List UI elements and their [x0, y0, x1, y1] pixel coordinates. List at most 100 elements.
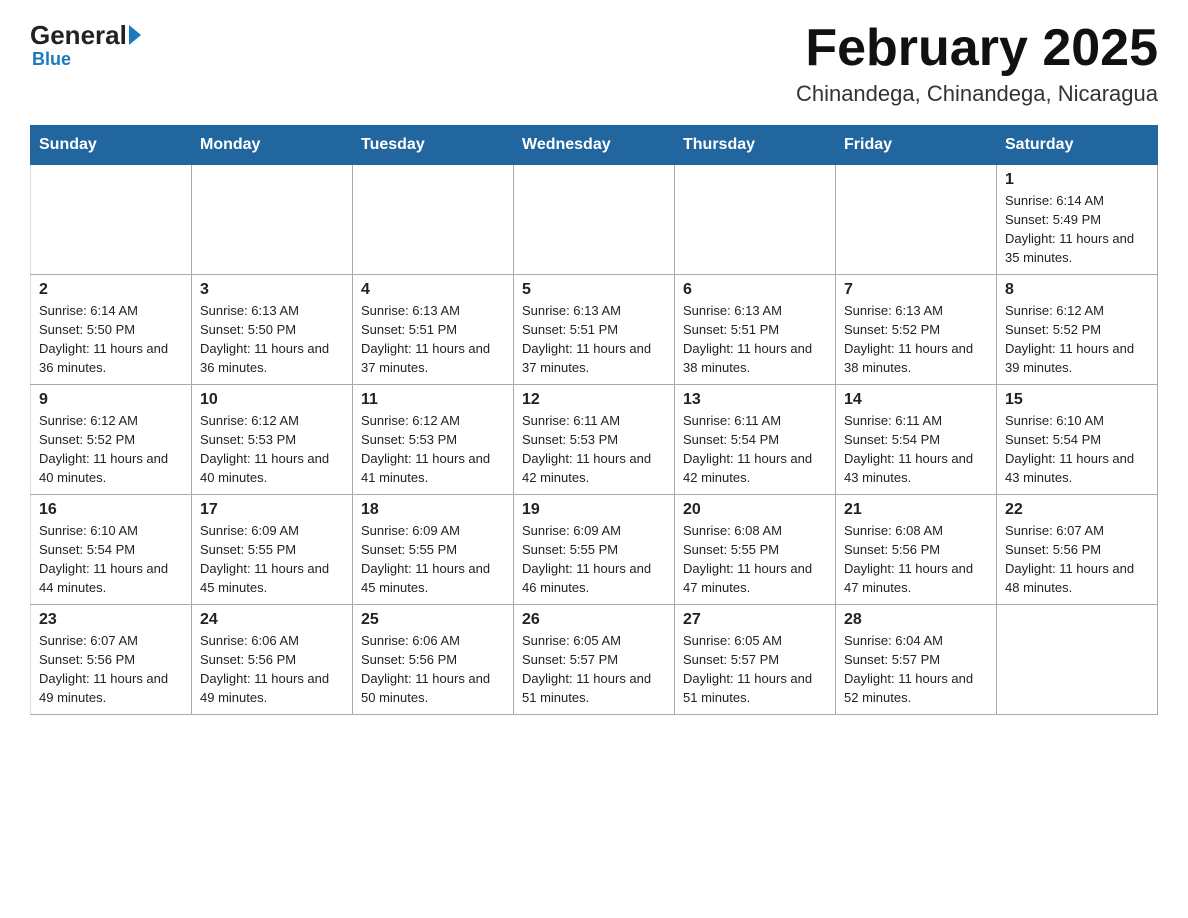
- day-number: 19: [522, 501, 666, 519]
- day-info: Sunrise: 6:13 AM Sunset: 5:50 PM Dayligh…: [200, 302, 344, 377]
- calendar-cell: 14Sunrise: 6:11 AM Sunset: 5:54 PM Dayli…: [836, 385, 997, 495]
- calendar-cell: 26 Sunrise: 6:05 AM Sunset: 5:57 PM Dayli…: [514, 605, 675, 715]
- day-number: 8: [1005, 281, 1149, 299]
- calendar-cell: [31, 165, 192, 275]
- day-number: 16: [39, 501, 183, 519]
- calendar-cell: 11 Sunrise: 6:12 AM Sunset: 5:53 PM Dayli…: [353, 385, 514, 495]
- logo-general: General: [30, 20, 127, 51]
- day-number: 1: [1005, 171, 1149, 189]
- calendar-cell: 12 Sunrise: 6:11 AM Sunset: 5:53 PM Dayli…: [514, 385, 675, 495]
- day-number: 18: [361, 501, 505, 519]
- day-info: Sunrise: 6:09 AM Sunset: 5:55 PM Dayligh…: [361, 522, 505, 597]
- calendar-header: SundayMondayTuesdayWednesdayThursdayFrid…: [31, 126, 1158, 165]
- calendar-cell: 20Sunrise: 6:08 AM Sunset: 5:55 PM Dayli…: [675, 495, 836, 605]
- day-info: Sunrise: 6:11 AM Sunset: 5:54 PM Dayligh…: [683, 412, 827, 487]
- day-info: Sunrise: 6:05 AM Sunset: 5:57 PM Dayligh…: [683, 632, 827, 707]
- day-number: 24: [200, 611, 344, 629]
- calendar-row-2: 9 Sunrise: 6:12 AM Sunset: 5:52 PM Daylig…: [31, 385, 1158, 495]
- calendar-cell: 6 Sunrise: 6:13 AM Sunset: 5:51 PM Daylig…: [675, 275, 836, 385]
- day-number: 22: [1005, 501, 1149, 519]
- calendar-row-1: 2Sunrise: 6:14 AM Sunset: 5:50 PM Daylig…: [31, 275, 1158, 385]
- day-info: Sunrise: 6:14 AM Sunset: 5:49 PM Dayligh…: [1005, 192, 1149, 267]
- day-info: Sunrise: 6:12 AM Sunset: 5:53 PM Dayligh…: [361, 412, 505, 487]
- logo-arrow-icon: [129, 25, 141, 45]
- day-info: Sunrise: 6:04 AM Sunset: 5:57 PM Dayligh…: [844, 632, 988, 707]
- calendar-cell: 7 Sunrise: 6:13 AM Sunset: 5:52 PM Daylig…: [836, 275, 997, 385]
- calendar-cell: 10Sunrise: 6:12 AM Sunset: 5:53 PM Dayli…: [192, 385, 353, 495]
- weekday-thursday: Thursday: [675, 126, 836, 165]
- calendar-cell: 13 Sunrise: 6:11 AM Sunset: 5:54 PM Dayli…: [675, 385, 836, 495]
- calendar-body: 1 Sunrise: 6:14 AM Sunset: 5:49 PM Daylig…: [31, 165, 1158, 715]
- day-info: Sunrise: 6:12 AM Sunset: 5:52 PM Dayligh…: [39, 412, 183, 487]
- logo-blue: Blue: [30, 49, 71, 70]
- day-number: 3: [200, 281, 344, 299]
- day-info: Sunrise: 6:07 AM Sunset: 5:56 PM Dayligh…: [39, 632, 183, 707]
- weekday-sunday: Sunday: [31, 126, 192, 165]
- weekday-tuesday: Tuesday: [353, 126, 514, 165]
- calendar-row-3: 16 Sunrise: 6:10 AM Sunset: 5:54 PM Dayli…: [31, 495, 1158, 605]
- day-number: 12: [522, 391, 666, 409]
- day-number: 4: [361, 281, 505, 299]
- calendar-cell: 27 Sunrise: 6:05 AM Sunset: 5:57 PM Dayli…: [675, 605, 836, 715]
- weekday-saturday: Saturday: [997, 126, 1158, 165]
- day-info: Sunrise: 6:05 AM Sunset: 5:57 PM Dayligh…: [522, 632, 666, 707]
- calendar-cell: 25 Sunrise: 6:06 AM Sunset: 5:56 PM Dayli…: [353, 605, 514, 715]
- calendar-cell: 3 Sunrise: 6:13 AM Sunset: 5:50 PM Daylig…: [192, 275, 353, 385]
- calendar-cell: 9 Sunrise: 6:12 AM Sunset: 5:52 PM Daylig…: [31, 385, 192, 495]
- calendar-cell: [353, 165, 514, 275]
- calendar-cell: 18 Sunrise: 6:09 AM Sunset: 5:55 PM Dayli…: [353, 495, 514, 605]
- day-number: 13: [683, 391, 827, 409]
- calendar-cell: [514, 165, 675, 275]
- calendar-cell: 8Sunrise: 6:12 AM Sunset: 5:52 PM Daylig…: [997, 275, 1158, 385]
- day-info: Sunrise: 6:09 AM Sunset: 5:55 PM Dayligh…: [200, 522, 344, 597]
- day-info: Sunrise: 6:13 AM Sunset: 5:51 PM Dayligh…: [522, 302, 666, 377]
- day-number: 17: [200, 501, 344, 519]
- day-info: Sunrise: 6:06 AM Sunset: 5:56 PM Dayligh…: [361, 632, 505, 707]
- calendar-cell: [192, 165, 353, 275]
- day-number: 26: [522, 611, 666, 629]
- calendar-cell: 15 Sunrise: 6:10 AM Sunset: 5:54 PM Dayli…: [997, 385, 1158, 495]
- day-number: 11: [361, 391, 505, 409]
- day-info: Sunrise: 6:09 AM Sunset: 5:55 PM Dayligh…: [522, 522, 666, 597]
- logo-text: General: [30, 20, 141, 51]
- day-info: Sunrise: 6:12 AM Sunset: 5:53 PM Dayligh…: [200, 412, 344, 487]
- day-info: Sunrise: 6:13 AM Sunset: 5:51 PM Dayligh…: [683, 302, 827, 377]
- page-header: General Blue February 2025 Chinandega, C…: [30, 20, 1158, 107]
- day-number: 15: [1005, 391, 1149, 409]
- weekday-wednesday: Wednesday: [514, 126, 675, 165]
- weekday-monday: Monday: [192, 126, 353, 165]
- day-number: 5: [522, 281, 666, 299]
- calendar-cell: [675, 165, 836, 275]
- logo: General Blue: [30, 20, 141, 70]
- calendar-cell: 16 Sunrise: 6:10 AM Sunset: 5:54 PM Dayli…: [31, 495, 192, 605]
- calendar-cell: 21Sunrise: 6:08 AM Sunset: 5:56 PM Dayli…: [836, 495, 997, 605]
- day-number: 27: [683, 611, 827, 629]
- calendar-cell: [997, 605, 1158, 715]
- day-number: 28: [844, 611, 988, 629]
- day-info: Sunrise: 6:13 AM Sunset: 5:52 PM Dayligh…: [844, 302, 988, 377]
- calendar-cell: 23Sunrise: 6:07 AM Sunset: 5:56 PM Dayli…: [31, 605, 192, 715]
- day-info: Sunrise: 6:10 AM Sunset: 5:54 PM Dayligh…: [39, 522, 183, 597]
- day-number: 6: [683, 281, 827, 299]
- calendar-table: SundayMondayTuesdayWednesdayThursdayFrid…: [30, 125, 1158, 715]
- calendar-row-4: 23Sunrise: 6:07 AM Sunset: 5:56 PM Dayli…: [31, 605, 1158, 715]
- calendar-cell: 28 Sunrise: 6:04 AM Sunset: 5:57 PM Dayli…: [836, 605, 997, 715]
- weekday-header-row: SundayMondayTuesdayWednesdayThursdayFrid…: [31, 126, 1158, 165]
- day-info: Sunrise: 6:13 AM Sunset: 5:51 PM Dayligh…: [361, 302, 505, 377]
- day-info: Sunrise: 6:08 AM Sunset: 5:55 PM Dayligh…: [683, 522, 827, 597]
- day-number: 7: [844, 281, 988, 299]
- day-info: Sunrise: 6:10 AM Sunset: 5:54 PM Dayligh…: [1005, 412, 1149, 487]
- weekday-friday: Friday: [836, 126, 997, 165]
- day-number: 25: [361, 611, 505, 629]
- day-number: 9: [39, 391, 183, 409]
- day-info: Sunrise: 6:11 AM Sunset: 5:54 PM Dayligh…: [844, 412, 988, 487]
- day-info: Sunrise: 6:08 AM Sunset: 5:56 PM Dayligh…: [844, 522, 988, 597]
- day-info: Sunrise: 6:06 AM Sunset: 5:56 PM Dayligh…: [200, 632, 344, 707]
- day-info: Sunrise: 6:11 AM Sunset: 5:53 PM Dayligh…: [522, 412, 666, 487]
- day-info: Sunrise: 6:14 AM Sunset: 5:50 PM Dayligh…: [39, 302, 183, 377]
- calendar-subtitle: Chinandega, Chinandega, Nicaragua: [796, 81, 1158, 107]
- day-info: Sunrise: 6:07 AM Sunset: 5:56 PM Dayligh…: [1005, 522, 1149, 597]
- calendar-cell: 17 Sunrise: 6:09 AM Sunset: 5:55 PM Dayli…: [192, 495, 353, 605]
- calendar-cell: 24 Sunrise: 6:06 AM Sunset: 5:56 PM Dayli…: [192, 605, 353, 715]
- calendar-cell: 1 Sunrise: 6:14 AM Sunset: 5:49 PM Daylig…: [997, 165, 1158, 275]
